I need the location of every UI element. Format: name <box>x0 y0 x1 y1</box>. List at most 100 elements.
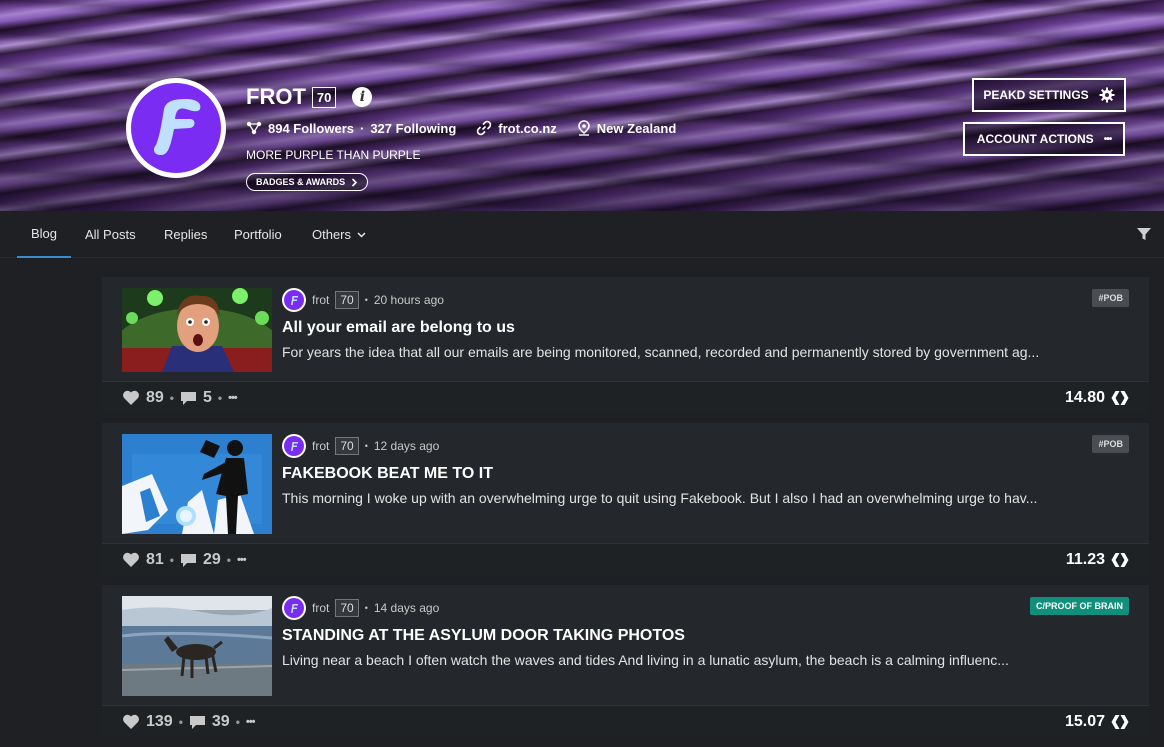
post-payout[interactable]: 11.23 <box>1066 551 1129 569</box>
author-name[interactable]: frot <box>312 439 329 453</box>
badges-awards-button[interactable]: BADGES & AWARDS <box>246 173 369 191</box>
author-avatar[interactable] <box>282 288 306 312</box>
stats-separator: · <box>359 120 365 136</box>
avatar-logo <box>131 83 221 173</box>
author-name[interactable]: frot <box>312 601 329 615</box>
post-footer: 89 • 5 • ••• 14.80 <box>102 381 1149 413</box>
footer-dot: • <box>178 714 183 729</box>
author-reputation: 70 <box>335 599 359 617</box>
footer-dot: • <box>235 714 240 729</box>
heart-icon[interactable] <box>122 552 140 568</box>
post-tag[interactable]: #POB <box>1092 435 1129 453</box>
footer-dot: • <box>226 552 231 567</box>
tab-replies[interactable]: Replies <box>164 211 207 258</box>
profile-tagline: MORE PURPLE THAN PURPLE <box>246 148 421 162</box>
hive-icon <box>1111 714 1129 729</box>
followers-count[interactable]: 894 Followers <box>268 121 354 136</box>
more-dots-icon: ••• <box>1103 133 1112 145</box>
comment-count[interactable]: 29 <box>203 551 221 569</box>
more-options-icon[interactable]: ••• <box>228 392 238 404</box>
link-icon <box>477 120 492 136</box>
meta-dot: • <box>364 295 368 305</box>
post-thumbnail[interactable] <box>122 596 272 696</box>
post-excerpt[interactable]: Living near a beach I often watch the wa… <box>282 652 1009 668</box>
post-title[interactable]: STANDING AT THE ASYLUM DOOR TAKING PHOTO… <box>282 627 685 645</box>
meta-dot: • <box>364 441 368 451</box>
post-card[interactable]: frot 70 • 12 days ago #POB FAKEBOOK BEAT… <box>102 423 1149 575</box>
network-icon <box>246 121 262 135</box>
community-tag[interactable]: C/PROOF OF BRAIN <box>1030 597 1129 615</box>
location: New Zealand <box>577 120 676 136</box>
post-time: 12 days ago <box>373 439 440 453</box>
post-card[interactable]: frot 70 • 20 hours ago #POB All your ema… <box>102 277 1149 413</box>
footer-dot: • <box>169 390 174 405</box>
tab-label: All Posts <box>85 227 136 242</box>
badges-awards-label: BADGES & AWARDS <box>256 177 346 187</box>
heart-icon[interactable] <box>122 390 140 406</box>
payout-value: 15.07 <box>1064 712 1105 730</box>
account-actions-button[interactable]: ACCOUNT ACTIONS ••• <box>963 122 1125 156</box>
filter-icon[interactable] <box>1136 226 1152 242</box>
heart-icon[interactable] <box>122 714 140 730</box>
post-thumbnail[interactable] <box>122 288 272 372</box>
tab-portfolio[interactable]: Portfolio <box>234 211 282 258</box>
meta-dot: • <box>364 603 368 613</box>
like-count[interactable]: 89 <box>146 389 164 407</box>
account-actions-label: ACCOUNT ACTIONS <box>976 132 1094 146</box>
hive-icon <box>1111 390 1129 405</box>
more-options-icon[interactable]: ••• <box>237 554 247 566</box>
payout-value: 11.23 <box>1065 550 1105 568</box>
chevron-down-icon <box>357 231 366 238</box>
tab-label: Others <box>312 227 352 242</box>
tab-label: Portfolio <box>234 227 282 242</box>
post-excerpt[interactable]: For years the idea that all our emails a… <box>282 344 1039 360</box>
post-tag[interactable]: #POB <box>1092 289 1129 307</box>
comment-count[interactable]: 5 <box>203 389 212 407</box>
author-reputation: 70 <box>335 437 359 455</box>
post-card[interactable]: frot 70 • 14 days ago C/PROOF OF BRAIN S… <box>102 585 1149 737</box>
tab-others[interactable]: Others <box>312 211 366 258</box>
tab-label: Blog <box>30 226 58 241</box>
footer-dot: • <box>169 552 174 567</box>
location-text: New Zealand <box>596 120 677 136</box>
hive-icon <box>1111 552 1129 567</box>
post-excerpt[interactable]: This morning I woke up with an overwhelm… <box>282 490 1037 506</box>
tab-all-posts[interactable]: All Posts <box>85 211 136 258</box>
post-meta: frot 70 • 12 days ago <box>282 434 439 458</box>
peakd-settings-button[interactable]: PEAKD SETTINGS <box>972 78 1126 112</box>
post-footer: 139 • 39 • ••• 15.07 <box>102 705 1149 737</box>
info-icon[interactable]: i <box>352 87 373 107</box>
website-url[interactable]: frot.co.nz <box>498 121 557 136</box>
profile-avatar[interactable] <box>126 78 226 178</box>
profile-nav: Blog All Posts Replies Portfolio Others <box>0 211 1164 258</box>
profile-name: FROT <box>246 84 306 109</box>
location-pin-icon <box>577 120 590 136</box>
tab-blog[interactable]: Blog <box>17 211 71 258</box>
comment-icon[interactable] <box>180 552 197 568</box>
post-payout[interactable]: 15.07 <box>1065 713 1129 731</box>
author-reputation: 70 <box>335 291 359 309</box>
post-thumbnail[interactable] <box>122 434 272 534</box>
post-payout[interactable]: 14.80 <box>1065 389 1129 407</box>
author-avatar[interactable] <box>282 434 306 458</box>
author-name[interactable]: frot <box>312 293 329 307</box>
follow-stats[interactable]: 894 Followers · 327 Following <box>246 121 456 136</box>
post-meta: frot 70 • 14 days ago <box>282 596 439 620</box>
profile-info: FROT 70 i 894 Followers · 327 Following … <box>246 84 676 191</box>
comment-icon[interactable] <box>189 714 206 730</box>
gear-icon <box>1099 87 1115 103</box>
comment-count[interactable]: 39 <box>212 713 230 731</box>
like-count[interactable]: 81 <box>146 551 164 569</box>
reputation-badge: 70 <box>311 86 337 108</box>
website-link[interactable]: frot.co.nz <box>476 120 557 136</box>
post-footer: 81 • 29 • ••• 11.23 <box>102 543 1149 575</box>
author-avatar[interactable] <box>282 596 306 620</box>
comment-icon[interactable] <box>180 390 197 406</box>
post-title[interactable]: FAKEBOOK BEAT ME TO IT <box>282 465 493 483</box>
more-options-icon[interactable]: ••• <box>246 716 256 728</box>
following-count[interactable]: 327 Following <box>370 121 456 136</box>
chevron-right-icon <box>352 177 358 187</box>
post-title[interactable]: All your email are belong to us <box>282 319 515 337</box>
like-count[interactable]: 139 <box>146 713 173 731</box>
post-time: 14 days ago <box>373 601 440 615</box>
